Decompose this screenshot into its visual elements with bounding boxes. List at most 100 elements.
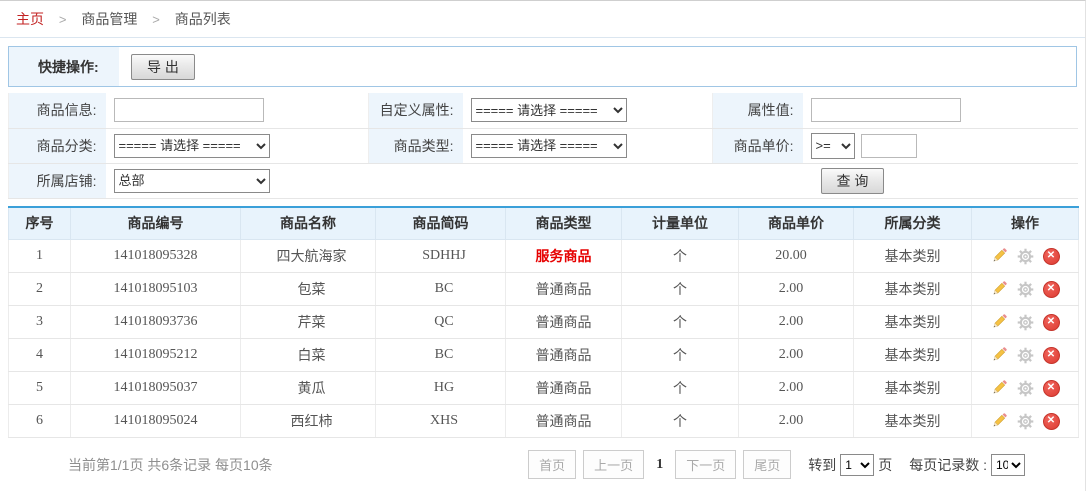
edit-icon[interactable]	[991, 281, 1008, 298]
first-page-button[interactable]: 首页	[528, 450, 576, 479]
cell-name: 包菜	[241, 273, 376, 306]
per-page-select[interactable]: 10	[991, 454, 1025, 476]
delete-icon[interactable]: ✕	[1043, 281, 1060, 298]
category-label: 商品分类:	[9, 128, 106, 163]
table-header-row: 序号 商品编号 商品名称 商品简码 商品类型 计量单位 商品单价 所属分类 操作	[9, 207, 1079, 240]
attr-value-label: 属性值:	[713, 93, 803, 128]
col-header-type: 商品类型	[506, 207, 622, 240]
settings-icon[interactable]	[1017, 281, 1034, 298]
custom-attr-select[interactable]: ===== 请选择 =====	[471, 98, 627, 122]
settings-icon[interactable]	[1017, 347, 1034, 364]
cell-short-code: BC	[376, 273, 506, 306]
cell-unit: 个	[622, 372, 739, 405]
settings-icon[interactable]	[1017, 413, 1034, 430]
cell-short-code: BC	[376, 339, 506, 372]
cell-price: 2.00	[739, 339, 854, 372]
cell-category: 基本类别	[854, 405, 972, 438]
filter-panel: 商品信息: 自定义属性: ===== 请选择 ===== 属性值: 商品分类: …	[8, 93, 1078, 199]
col-header-unit: 计量单位	[622, 207, 739, 240]
goto-page-label: 转到	[808, 455, 836, 475]
cell-unit: 个	[622, 405, 739, 438]
last-page-button[interactable]: 尾页	[743, 450, 791, 479]
price-input[interactable]	[861, 134, 917, 158]
price-operator-select[interactable]: >=	[811, 133, 855, 159]
table-row: 6 141018095024 西红柿 XHS 普通商品 个 2.00 基本类别 …	[9, 405, 1079, 438]
per-page-label: 每页记录数 :	[909, 455, 987, 475]
cell-name: 西红柿	[241, 405, 376, 438]
breadcrumb: 主页 > 商品管理 > 商品列表	[0, 1, 1085, 38]
pagination-summary: 当前第1/1页 共6条记录 每页10条	[68, 455, 273, 475]
cell-index: 6	[9, 405, 71, 438]
col-header-category: 所属分类	[854, 207, 972, 240]
cell-type: 普通商品	[506, 339, 622, 372]
cell-name: 四大航海家	[241, 240, 376, 273]
cell-category: 基本类别	[854, 273, 972, 306]
cell-price: 2.00	[739, 273, 854, 306]
edit-icon[interactable]	[991, 413, 1008, 430]
cell-index: 5	[9, 372, 71, 405]
cell-index: 2	[9, 273, 71, 306]
edit-icon[interactable]	[991, 248, 1008, 265]
table-row: 5 141018095037 黄瓜 HG 普通商品 个 2.00 基本类别 ✕	[9, 372, 1079, 405]
delete-icon[interactable]: ✕	[1043, 347, 1060, 364]
table-row: 4 141018095212 白菜 BC 普通商品 个 2.00 基本类别 ✕	[9, 339, 1079, 372]
edit-icon[interactable]	[991, 347, 1008, 364]
breadcrumb-separator: >	[59, 12, 67, 27]
cell-category: 基本类别	[854, 306, 972, 339]
next-page-button[interactable]: 下一页	[675, 450, 736, 479]
cell-code: 141018095037	[71, 372, 241, 405]
cell-code: 141018095328	[71, 240, 241, 273]
shop-label: 所属店铺:	[9, 163, 106, 198]
cell-code: 141018095103	[71, 273, 241, 306]
col-header-price: 商品单价	[739, 207, 854, 240]
cell-unit: 个	[622, 240, 739, 273]
goto-page-select[interactable]: 1	[840, 454, 874, 476]
prev-page-button[interactable]: 上一页	[583, 450, 644, 479]
cell-type: 服务商品	[506, 240, 622, 273]
shop-select[interactable]: 总部	[114, 169, 270, 193]
cell-index: 4	[9, 339, 71, 372]
cell-code: 141018095024	[71, 405, 241, 438]
cell-short-code: QC	[376, 306, 506, 339]
cell-short-code: HG	[376, 372, 506, 405]
type-select[interactable]: ===== 请选择 =====	[471, 134, 627, 158]
cell-unit: 个	[622, 273, 739, 306]
cell-name: 黄瓜	[241, 372, 376, 405]
cell-short-code: XHS	[376, 405, 506, 438]
cell-category: 基本类别	[854, 240, 972, 273]
export-button[interactable]: 导 出	[131, 54, 195, 80]
cell-price: 2.00	[739, 306, 854, 339]
settings-icon[interactable]	[1017, 314, 1034, 331]
cell-category: 基本类别	[854, 372, 972, 405]
breadcrumb-product-management[interactable]: 商品管理	[81, 11, 137, 27]
edit-icon[interactable]	[991, 380, 1008, 397]
cell-type: 普通商品	[506, 405, 622, 438]
product-info-input[interactable]	[114, 98, 264, 122]
attr-value-input[interactable]	[811, 98, 961, 122]
delete-icon[interactable]: ✕	[1043, 314, 1060, 331]
cell-code: 141018095212	[71, 339, 241, 372]
current-page-number: 1	[656, 457, 663, 473]
cell-code: 141018093736	[71, 306, 241, 339]
delete-icon[interactable]: ✕	[1043, 413, 1060, 430]
delete-icon[interactable]: ✕	[1043, 248, 1060, 265]
category-select[interactable]: ===== 请选择 =====	[114, 134, 270, 158]
custom-attr-label: 自定义属性:	[369, 93, 463, 128]
breadcrumb-home[interactable]: 主页	[16, 11, 44, 27]
edit-icon[interactable]	[991, 314, 1008, 331]
col-header-code: 商品编号	[71, 207, 241, 240]
cell-price: 2.00	[739, 372, 854, 405]
cell-unit: 个	[622, 339, 739, 372]
col-header-short-code: 商品简码	[376, 207, 506, 240]
cell-name: 白菜	[241, 339, 376, 372]
product-list-page: 主页 > 商品管理 > 商品列表 快捷操作: 导 出 商品信息: 自定义属性: …	[0, 0, 1086, 491]
settings-icon[interactable]	[1017, 380, 1034, 397]
pagination-bar: 当前第1/1页 共6条记录 每页10条 首页 上一页 1 下一页 尾页 转到 1…	[0, 450, 1085, 479]
settings-icon[interactable]	[1017, 248, 1034, 265]
col-header-index: 序号	[9, 207, 71, 240]
cell-type: 普通商品	[506, 273, 622, 306]
goto-page-suffix: 页	[878, 455, 892, 475]
cell-category: 基本类别	[854, 339, 972, 372]
search-button[interactable]: 查 询	[821, 168, 885, 194]
delete-icon[interactable]: ✕	[1043, 380, 1060, 397]
